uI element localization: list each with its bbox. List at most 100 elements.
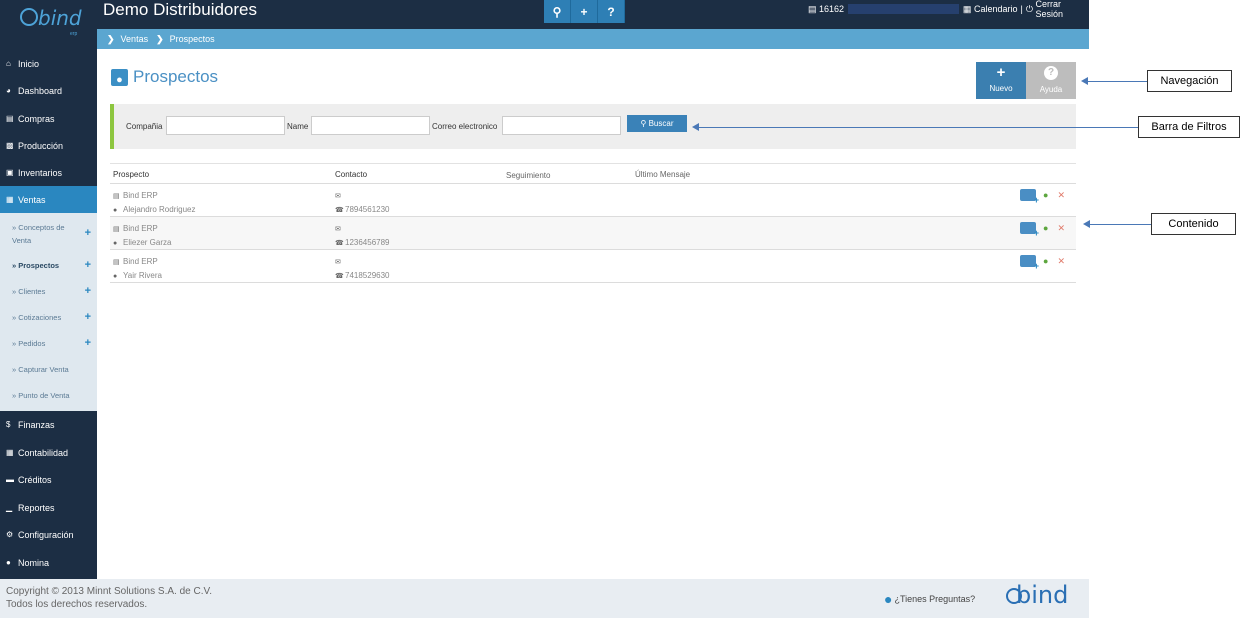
row-actions: ● ✕ [1020, 255, 1065, 271]
question-circle-icon: ? [1044, 66, 1058, 80]
add-cliente-button[interactable]: + [85, 285, 91, 297]
chat-icon[interactable]: ● [1043, 223, 1048, 233]
contact-cell: ✉ ☎7894561230 [335, 189, 390, 217]
top-actions: ⚲ + ? [544, 0, 625, 23]
chat-icon[interactable]: ● [1043, 190, 1048, 200]
breadcrumb-prospectos[interactable]: Prospectos [170, 34, 215, 44]
dashboard-icon: ◕ [6, 86, 11, 95]
add-concepto-button[interactable]: + [85, 227, 91, 240]
sidebar-item-inicio[interactable]: ⌂ Inicio [0, 50, 97, 77]
contact-cell: ✉ ☎1236456789 [335, 222, 390, 250]
sidebar-item-creditos[interactable]: ▬ Créditos [0, 466, 97, 493]
logo-sub: erp [70, 31, 78, 37]
header-contacto: Contacto [335, 170, 368, 179]
sidebar-item-nomina[interactable]: ● Nomina [0, 549, 97, 576]
gears-icon: ⚙ [6, 530, 14, 539]
logo-text: bind [38, 6, 82, 30]
sidebar-item-finanzas[interactable]: $ Finanzas [0, 411, 97, 438]
envelope-icon[interactable]: ✉ [335, 256, 345, 269]
add-pedido-button[interactable]: + [85, 337, 91, 349]
user-id: 16162 [819, 4, 845, 14]
cart-icon: ▤ [6, 114, 14, 123]
copyright: Copyright © 2013 Minnt Solutions S.A. de… [6, 586, 213, 610]
chat-bubble-icon: ● [884, 591, 893, 607]
contact-cell: ✉ ☎7418529630 [335, 255, 390, 283]
submenu-item-clientes[interactable]: » Clientes + [0, 285, 97, 297]
calendar-icon: ▦ [962, 3, 972, 14]
sidebar-item-ventas[interactable]: ▦ Ventas [0, 186, 97, 213]
delete-icon[interactable]: ✕ [1057, 256, 1065, 267]
breadcrumb-ventas[interactable]: Ventas [121, 34, 149, 44]
cloud-icon [20, 8, 38, 26]
questions-link[interactable]: ● ¿Tienes Preguntas? [884, 591, 975, 607]
email-input[interactable] [502, 116, 621, 135]
prospects-table: Prospecto Contacto Seguimiento Último Me… [110, 163, 1076, 283]
plus-icon: + [996, 64, 1006, 81]
page-header: ● Prospectos [111, 67, 218, 87]
calendar-link[interactable]: Calendario [974, 4, 1018, 14]
add-followup-icon[interactable] [1020, 222, 1039, 238]
envelope-icon[interactable]: ✉ [335, 190, 345, 203]
footer: Copyright © 2013 Minnt Solutions S.A. de… [0, 579, 1089, 618]
submenu-item-pedidos[interactable]: » Pedidos + [0, 337, 97, 349]
building-icon: ▤ [113, 226, 120, 233]
company-input[interactable] [166, 116, 285, 135]
sidebar-item-configuracion[interactable]: ⚙ Configuración [0, 521, 97, 548]
chat-icon[interactable]: ● [1043, 256, 1048, 266]
search-button[interactable]: ⚲ [544, 0, 571, 23]
name-input[interactable] [311, 116, 430, 135]
search-submit-button[interactable]: ⚲ Buscar [627, 115, 687, 132]
new-button[interactable]: + Nuevo [976, 62, 1026, 99]
add-cotizacion-button[interactable]: + [85, 311, 91, 323]
logo[interactable]: bind erp [0, 0, 97, 49]
power-icon: ⏻ [1025, 3, 1033, 14]
search-icon: ⚲ [552, 4, 562, 19]
building-icon: ▤ [113, 193, 120, 200]
logout-link[interactable]: Cerrar Sesión [1035, 0, 1089, 19]
phone-icon: ☎ [335, 207, 344, 214]
name-label: Name [287, 122, 309, 131]
help-button[interactable]: ? [598, 0, 625, 23]
main-content: ● Prospectos + Nuevo ? Ayuda Compañia Na… [97, 49, 1089, 579]
top-bar: Demo Distribuidores ⚲ + ? ▤ 16162 ▦ Cale… [0, 0, 1089, 29]
arrow-line [1089, 224, 1151, 225]
truck-icon: ▣ [6, 168, 14, 177]
submenu-item-cotizaciones[interactable]: » Cotizaciones + [0, 311, 97, 323]
help-nav-button[interactable]: ? Ayuda [1026, 62, 1076, 99]
add-followup-icon[interactable] [1020, 189, 1039, 205]
submenu-item-prospectos[interactable]: » Prospectos + [0, 259, 97, 271]
table-row[interactable]: ▤Bind ERP ●Yair Rivera ✉ ☎7418529630 ● ✕ [110, 250, 1076, 283]
sales-icon: ▦ [6, 195, 14, 204]
calculator-icon: ▦ [6, 448, 14, 457]
sidebar-item-dashboard[interactable]: ◕ Dashboard [0, 77, 97, 104]
table-row[interactable]: ▤Bind ERP ●Eliezer Garza ✉ ☎1236456789 ●… [110, 217, 1076, 250]
table-row[interactable]: ▤ Bind ERP ● Alejandro Rodriguez ✉ ☎789456… [110, 184, 1076, 217]
sidebar-item-compras[interactable]: ▤ Compras [0, 105, 97, 132]
sidebar-item-inventarios[interactable]: ▣ Inventarios [0, 159, 97, 186]
sidebar-item-contabilidad[interactable]: ▦ Contabilidad [0, 439, 97, 466]
add-followup-icon[interactable] [1020, 255, 1039, 271]
submenu-item-capturar-venta[interactable]: » Capturar Venta [0, 365, 97, 374]
arrow-line [698, 127, 1138, 128]
envelope-icon[interactable]: ✉ [335, 223, 345, 236]
users-icon: ● [6, 558, 11, 567]
submenu-item-conceptos[interactable]: » Conceptos de Venta + [0, 221, 97, 247]
person-icon: ● [113, 273, 118, 280]
separator: | [1020, 4, 1023, 14]
app-root: Demo Distribuidores ⚲ + ? ▤ 16162 ▦ Cale… [0, 0, 1240, 618]
phone-icon: ☎ [335, 273, 344, 280]
breadcrumb: ❯ Ventas ❯ Prospectos [97, 29, 1089, 49]
delete-icon[interactable]: ✕ [1057, 190, 1065, 201]
submenu-item-punto-de-venta[interactable]: » Punto de Venta [0, 391, 97, 400]
user-name-box[interactable] [848, 4, 959, 14]
add-button[interactable]: + [571, 0, 598, 23]
person-icon: ● [113, 240, 118, 247]
prospect-cell: ▤ Bind ERP ● Eliezer Garza [113, 222, 171, 250]
chevron-right-icon: ❯ [156, 33, 164, 44]
delete-icon[interactable]: ✕ [1057, 223, 1065, 234]
table-header: Prospecto Contacto Seguimiento Último Me… [110, 163, 1076, 184]
credit-card-icon: ▬ [6, 475, 14, 484]
sidebar-item-produccion[interactable]: ▩ Producción [0, 132, 97, 159]
sidebar-item-reportes[interactable]: ▁ Reportes [0, 494, 97, 521]
add-prospecto-button[interactable]: + [85, 259, 91, 271]
